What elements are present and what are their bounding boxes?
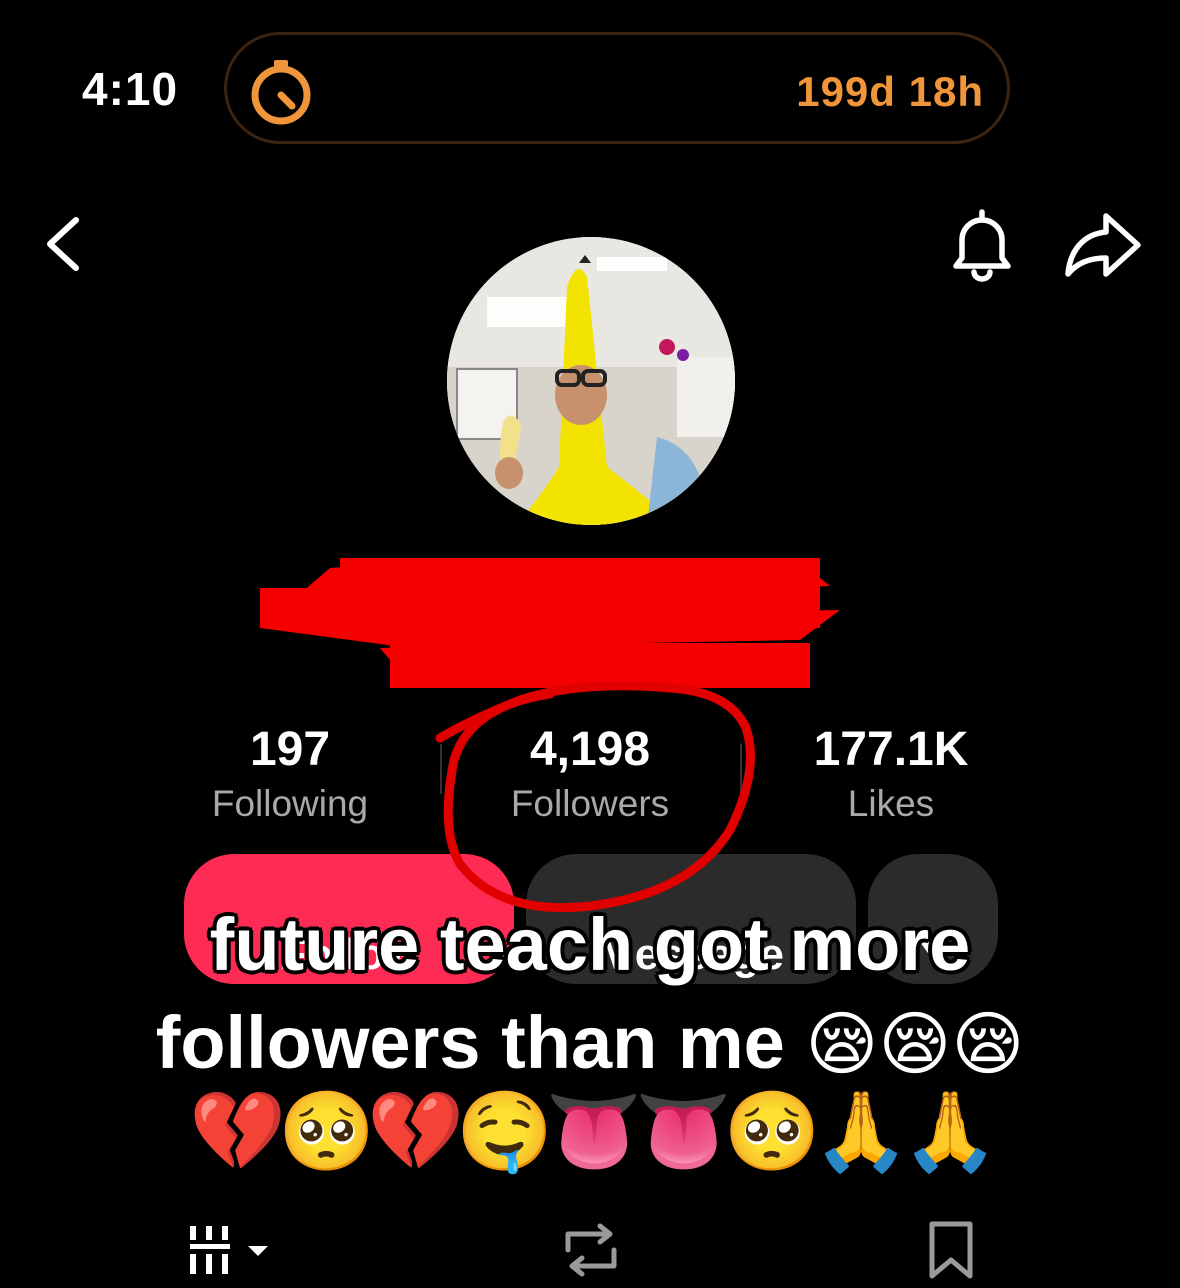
stat-following[interactable]: 197 Following: [170, 722, 410, 825]
following-count: 197: [249, 723, 331, 776]
bookmark-icon[interactable]: [926, 1220, 976, 1280]
share-icon[interactable]: [1062, 210, 1144, 280]
following-label: Following: [211, 783, 369, 824]
status-time: 4:10: [82, 63, 179, 115]
bell-icon[interactable]: [946, 206, 1018, 282]
caption-line-2-text: followers than me: [155, 1001, 785, 1084]
caption-line-2-emojis: 😪😪😪: [805, 1005, 1025, 1083]
repost-icon[interactable]: [556, 1220, 626, 1280]
caption-emoji-row: 💔🥺💔🤤👅👅🥺🙏🙏: [188, 1087, 999, 1175]
caption-line-1: future teach got more: [209, 903, 971, 986]
screen-time-text: 199d 18h: [796, 68, 984, 115]
stat-likes: 177.1K Likes: [771, 722, 1011, 825]
likes-label: Likes: [847, 783, 935, 824]
stopwatch-icon: [251, 60, 311, 125]
avatar: [447, 237, 735, 525]
likes-count: 177.1K: [813, 723, 969, 776]
red-circle-annotation: [435, 681, 755, 913]
redacted-name: [260, 558, 840, 688]
caption-line-2: followers than me 😪😪😪: [0, 1002, 1180, 1083]
profile-photo: [447, 237, 735, 525]
chevron-left-icon[interactable]: [36, 212, 92, 276]
grid-icon[interactable]: [186, 1220, 276, 1280]
